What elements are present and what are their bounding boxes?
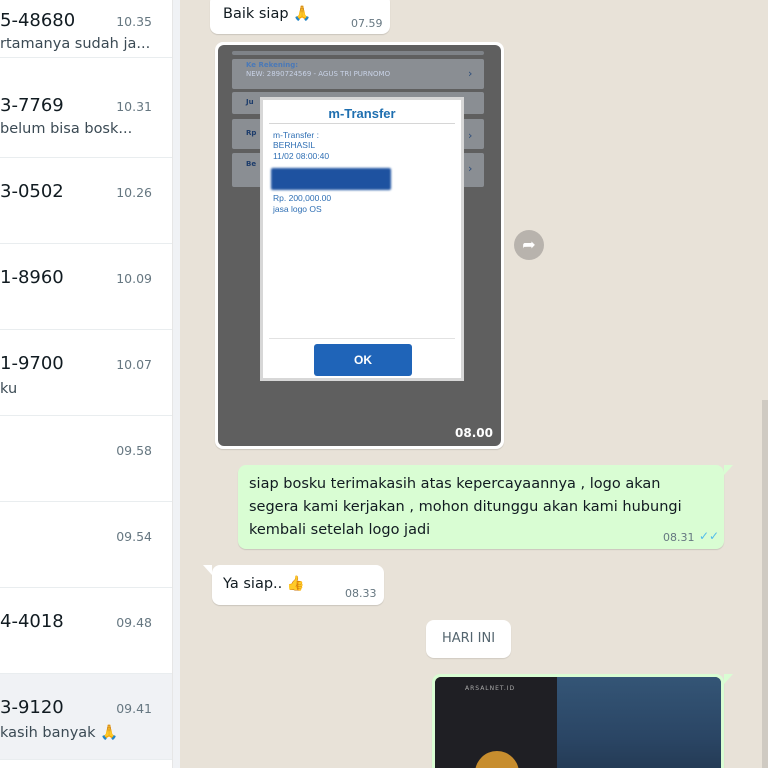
conversation-panel: Baik siap 🙏 07.59 Ke Rekening: NEW: 2890… [180, 0, 768, 768]
message-text-line: segera kami kerjakan , mohon ditunggu ak… [249, 499, 682, 515]
chat-time: 09.41 [116, 701, 152, 716]
divider [269, 338, 455, 339]
dialog-line: BERHASIL [273, 140, 316, 150]
chat-name: 3-0502 [0, 181, 64, 202]
screenshot-row-label: Ju [246, 98, 254, 106]
chevron-right-icon: › [468, 162, 473, 175]
image-caption: ARSALNET.ID [465, 685, 516, 692]
message-text: Ya siap.. 👍 [223, 576, 305, 592]
bubble-tail [724, 465, 733, 475]
chat-preview: belum bisa bosk... [0, 121, 133, 137]
logo-gold-icon [475, 751, 519, 768]
message-time: 08.31 [663, 531, 695, 544]
message-bubble-incoming[interactable]: Baik siap 🙏 07.59 [210, 0, 390, 34]
chat-time: 10.09 [116, 271, 152, 286]
message-time: 08.00 [455, 426, 493, 440]
scrollbar[interactable] [762, 400, 768, 768]
chat-name: 3-9120 [0, 697, 64, 718]
chat-time: 09.48 [116, 615, 152, 630]
chat-time: 10.26 [116, 185, 152, 200]
date-separator: HARI INI [426, 620, 511, 658]
chat-preview: kasih banyak 🙏 [0, 725, 119, 741]
message-bubble-incoming[interactable]: Ya siap.. 👍 08.33 [212, 565, 384, 605]
screenshot-row-label: Ke Rekening: [246, 61, 299, 69]
chat-time: 10.31 [116, 99, 152, 114]
chat-list-item[interactable]: 3-7769 10.31 belum bisa bosk... [0, 72, 172, 158]
screenshot-row-label: NEW: 2890724569 - AGUS TRI PURNOMO [246, 70, 391, 78]
chat-list-item-active[interactable]: 3-9120 09.41 kasih banyak 🙏 [0, 674, 172, 760]
screenshot-row [232, 51, 484, 55]
chat-list-item[interactable]: 5-48680 10.35 rtamanya sudah ja... [0, 0, 172, 58]
message-time: 07.59 [351, 17, 383, 30]
forward-arrow-icon: ➦ [522, 235, 536, 254]
dialog-amount: Rp. 200,000.00 [273, 193, 332, 203]
message-bubble-outgoing[interactable]: siap bosku terimakasih atas kepercayaann… [238, 465, 724, 549]
divider [269, 123, 455, 124]
chat-list-item[interactable]: 09.58 [0, 416, 172, 502]
chat-time: 10.07 [116, 357, 152, 372]
chat-time: 10.35 [116, 14, 152, 29]
chat-preview: rtamanya sudah ja... [0, 36, 151, 52]
image-message-bubble[interactable]: Ke Rekening: NEW: 2890724569 - AGUS TRI … [215, 42, 504, 449]
logo-preview-image[interactable]: ARSALNET.ID [435, 677, 721, 768]
image-message-bubble[interactable]: ARSALNET.ID [432, 674, 724, 768]
message-time: 08.33 [345, 587, 377, 600]
message-text: Baik siap 🙏 [223, 6, 312, 22]
chat-list: 5-48680 10.35 rtamanya sudah ja... 3-776… [0, 0, 172, 768]
chat-list-item[interactable]: 4-4018 09.48 [0, 588, 172, 674]
dialog-line: 11/02 08:00:40 [273, 151, 330, 161]
chevron-right-icon: › [468, 129, 473, 142]
transfer-screenshot-image[interactable]: Ke Rekening: NEW: 2890724569 - AGUS TRI … [218, 45, 501, 446]
message-text-line: siap bosku terimakasih atas kepercayaann… [249, 476, 661, 492]
bubble-tail [724, 674, 733, 684]
chat-name: 3-7769 [0, 95, 64, 116]
chat-name: 1-9700 [0, 353, 64, 374]
chat-name: 5-48680 [0, 10, 76, 31]
image-panel-blue [557, 677, 721, 768]
dialog-note: jasa logo OS [273, 204, 322, 214]
redacted-block [271, 168, 391, 190]
forward-button[interactable]: ➦ [514, 230, 544, 260]
chevron-right-icon: › [468, 67, 473, 80]
bubble-tail [203, 565, 212, 575]
chat-list-item[interactable]: 1-9700 10.07 ku [0, 330, 172, 416]
message-text-line: kembali setelah logo jadi [249, 522, 431, 538]
dialog-title: m-Transfer [328, 106, 396, 121]
screenshot-row-label: Be [246, 160, 257, 168]
chat-list-item[interactable]: 1-8960 10.09 [0, 244, 172, 330]
chat-time: 09.58 [116, 443, 152, 458]
chat-preview: ku [0, 381, 18, 397]
transfer-dialog: m-Transfer m-Transfer : BERHASIL 11/02 0… [260, 97, 464, 381]
chat-list-item[interactable]: 09.54 [0, 502, 172, 588]
chat-time: 09.54 [116, 529, 152, 544]
read-receipt-icon: ✓✓ [699, 529, 720, 543]
screenshot-row-label: Rp [246, 129, 257, 137]
panel-divider [172, 0, 180, 768]
chat-list-item[interactable]: 3-0502 10.26 [0, 158, 172, 244]
image-panel-dark: ARSALNET.ID [435, 677, 557, 768]
dialog-line: m-Transfer : [273, 130, 319, 140]
ok-button: OK [314, 344, 412, 376]
chat-name: 1-8960 [0, 267, 64, 288]
chat-name: 4-4018 [0, 611, 64, 632]
